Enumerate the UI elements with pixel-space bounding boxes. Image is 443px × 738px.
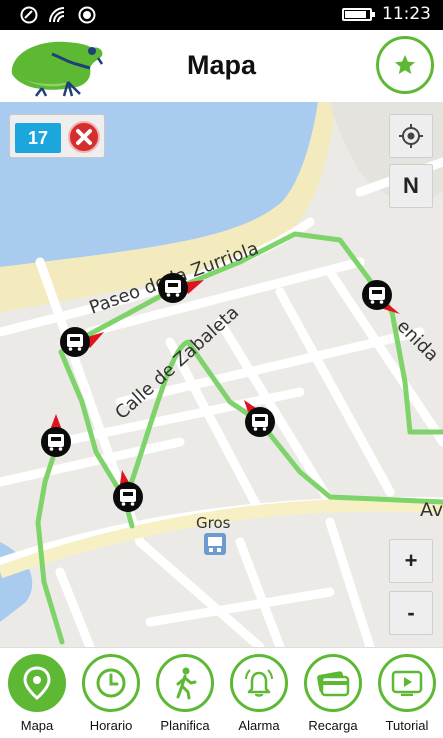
selected-line-chip: 17 <box>9 114 105 158</box>
north-button[interactable]: N <box>389 164 433 208</box>
crosshair-icon <box>399 124 423 148</box>
street-label-av: Av <box>420 499 443 521</box>
play-icon <box>391 670 423 696</box>
location-status-icon <box>78 6 96 24</box>
status-bar: 11:23 <box>0 0 443 30</box>
map-canvas[interactable]: Paseo de la Zurriola Calle de Zabaleta e… <box>0 102 443 647</box>
star-icon <box>395 55 415 74</box>
status-time: 11:23 <box>382 4 431 24</box>
bottom-nav: Mapa Horario Planifica Alarma Recarga Tu… <box>0 647 443 738</box>
nav-item-alarma[interactable]: Alarma <box>227 654 291 736</box>
notification-icon <box>20 6 38 24</box>
street-label-gros: Gros <box>196 514 231 532</box>
nav-item-planifica[interactable]: Planifica <box>153 654 217 736</box>
clear-line-button[interactable] <box>67 120 101 154</box>
bus-stop-3[interactable] <box>362 280 400 314</box>
train-station-icon[interactable] <box>204 533 226 555</box>
line-number-badge[interactable]: 17 <box>15 123 61 153</box>
map-pin-icon <box>23 666 51 700</box>
bell-icon <box>245 669 273 697</box>
nav-item-horario[interactable]: Horario <box>79 654 143 736</box>
app-header: Mapa <box>0 30 443 102</box>
map-view[interactable]: Paseo de la Zurriola Calle de Zabaleta e… <box>0 102 443 647</box>
zoom-in-label: + <box>404 548 418 573</box>
wifi-icon <box>49 7 65 23</box>
zoom-in-button[interactable]: + <box>389 539 433 583</box>
favorites-button[interactable] <box>376 36 434 94</box>
bus-stop-4[interactable] <box>41 414 71 457</box>
nav-item-recarga[interactable]: Recarga <box>301 654 365 736</box>
zoom-out-button[interactable]: - <box>389 591 433 635</box>
status-icons <box>20 5 96 25</box>
card-icon <box>317 671 350 697</box>
nav-label-tutorial: Tutorial <box>385 718 429 733</box>
clock-icon <box>96 668 126 698</box>
walker-icon <box>176 667 197 700</box>
nav-item-tutorial[interactable]: Tutorial <box>375 654 439 736</box>
locate-button[interactable] <box>389 114 433 158</box>
nav-item-mapa[interactable]: Mapa <box>5 654 69 736</box>
north-label: N <box>403 173 419 198</box>
battery-icon <box>342 7 375 21</box>
zoom-out-label: - <box>407 600 415 625</box>
